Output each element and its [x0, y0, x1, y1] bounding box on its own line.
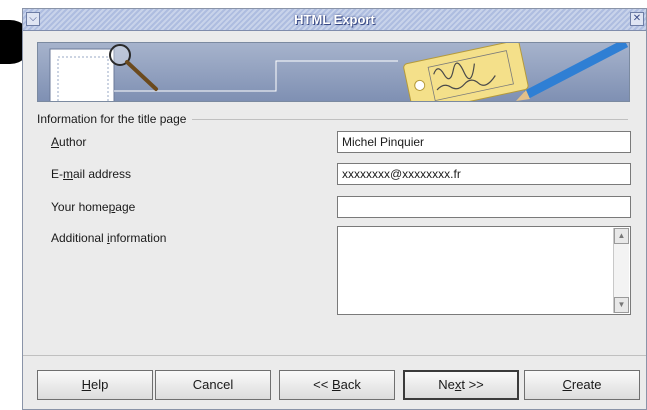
arrow-up-icon: ▲	[617, 231, 626, 240]
wizard-banner	[37, 42, 630, 102]
scroll-down-button[interactable]: ▼	[614, 297, 629, 313]
create-button[interactable]: Create	[524, 370, 640, 400]
arrow-down-icon: ▼	[617, 300, 626, 309]
html-export-dialog: ⌵ HTML Export ✕ Information for the titl…	[22, 8, 647, 410]
magnifier-icon	[109, 44, 158, 91]
next-button[interactable]: Next >>	[403, 370, 519, 400]
author-field[interactable]: Michel Pinquier	[337, 131, 631, 153]
tag-icon	[403, 43, 529, 101]
close-icon: ✕	[632, 13, 642, 24]
author-label: Author	[51, 135, 87, 149]
cancel-button[interactable]: Cancel	[155, 370, 271, 400]
close-button[interactable]: ✕	[630, 12, 644, 26]
banner-illustration	[49, 43, 629, 101]
additional-info-textarea[interactable]: ▲ ▼	[337, 226, 631, 315]
homepage-label: Your homepage	[51, 200, 136, 214]
email-field[interactable]: xxxxxxxx@xxxxxxxx.fr	[337, 163, 631, 185]
scroll-up-button[interactable]: ▲	[614, 228, 629, 244]
button-bar-divider	[23, 355, 646, 356]
additional-info-label: Additional information	[51, 231, 167, 245]
back-button[interactable]: << Back	[279, 370, 395, 400]
pencil-icon	[516, 43, 629, 101]
window-title: HTML Export	[294, 12, 375, 27]
email-label: E-mail address	[51, 167, 132, 181]
help-button[interactable]: Help	[37, 370, 153, 400]
section-title: Information for the title page	[37, 111, 193, 127]
textarea-scrollbar[interactable]: ▲ ▼	[613, 228, 629, 313]
homepage-field[interactable]	[337, 196, 631, 218]
title-bar[interactable]: ⌵ HTML Export ✕	[23, 9, 646, 31]
